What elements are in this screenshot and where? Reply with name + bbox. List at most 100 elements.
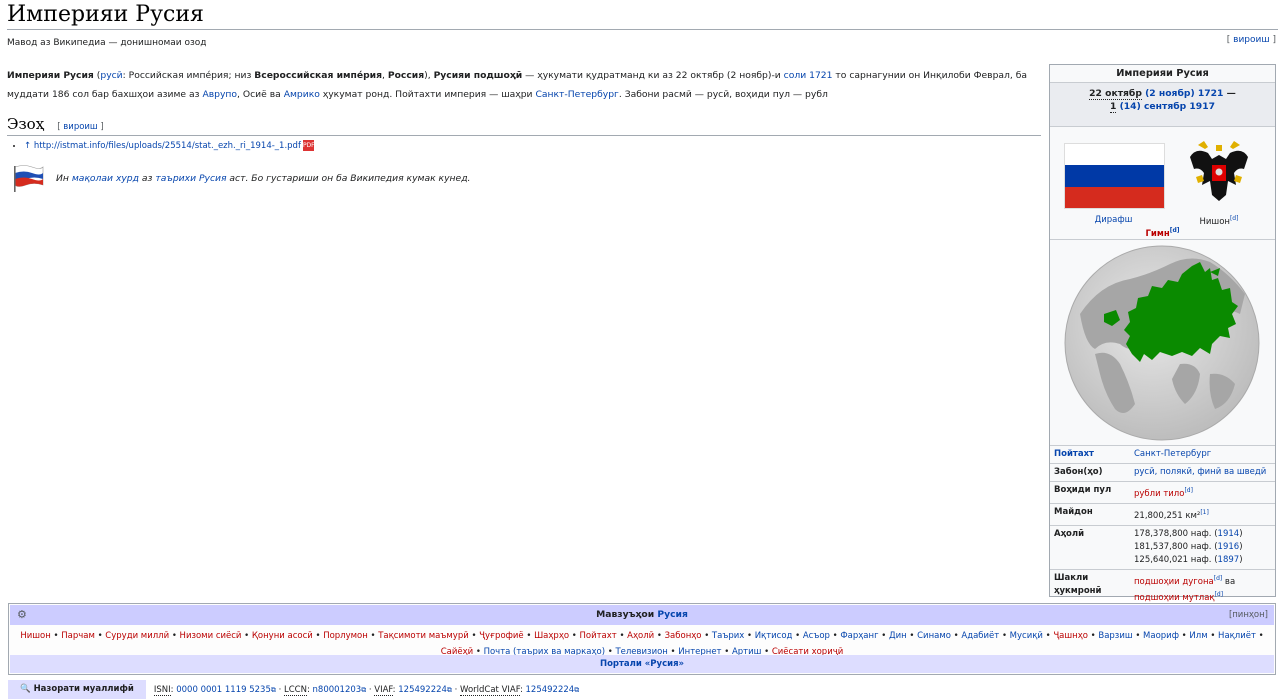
section-edit-link[interactable]: [ вироиш ]: [57, 122, 104, 132]
lead-lang-text: : Российская импе́рия; низ: [122, 70, 255, 81]
flag-caption[interactable]: Дирафш: [1064, 215, 1163, 225]
edit-link-top-label[interactable]: вироиш: [1233, 35, 1269, 45]
gov-2-d-link[interactable]: [d]: [1215, 591, 1224, 598]
worldcat-link[interactable]: 125492224: [526, 685, 575, 695]
coat-of-arms-icon[interactable]: [1186, 139, 1252, 209]
navbox-item[interactable]: Қонуни асосӣ: [252, 631, 313, 641]
stub-text: Ин мақолаи хурд аз таърихи Русия аст. Бо…: [56, 173, 470, 184]
navbox-item[interactable]: Низоми сиёсӣ: [180, 631, 242, 641]
navbox-item[interactable]: Синамо: [917, 631, 951, 641]
area-ref-link[interactable]: [1]: [1200, 509, 1209, 516]
navbox-item[interactable]: Адабиёт: [961, 631, 999, 641]
tagline: Мавод аз Википедиа — донишномаи озод: [7, 38, 207, 48]
navbox-item[interactable]: Порлумон: [323, 631, 368, 641]
year-link[interactable]: соли 1721: [784, 70, 833, 81]
stub-t3: аст. Бо густариши он ба Википедия кумак …: [226, 172, 471, 184]
navbox-item[interactable]: Нақлиёт: [1218, 631, 1256, 641]
pop-year-1[interactable]: 1914: [1218, 529, 1240, 539]
date-end-day: 1: [1109, 101, 1117, 113]
infobox-row-capital: Пойтахт Санкт-Петербург: [1050, 446, 1275, 464]
pop-year-3[interactable]: 1897: [1218, 555, 1240, 565]
row-key-capital[interactable]: Пойтахт: [1050, 446, 1130, 464]
navbox-item[interactable]: Пойтахт: [579, 631, 616, 641]
russia-flag-icon: [14, 165, 44, 192]
globe-map-icon[interactable]: [1060, 244, 1265, 442]
lead-alt3: Русияи подшоҳӣ: [433, 70, 523, 81]
capital-link[interactable]: Санкт-Петербург: [535, 89, 618, 100]
navbox-title-link[interactable]: Русия: [657, 609, 688, 620]
navbox-item[interactable]: Дин: [889, 631, 907, 641]
gear-icon[interactable]: ⚙: [17, 605, 27, 625]
navbox-item[interactable]: Таърих: [712, 631, 744, 641]
flag-caption-link[interactable]: Дирафш: [1095, 215, 1133, 225]
gov-2[interactable]: подшоҳии мутлақ: [1134, 593, 1215, 603]
row-value-currency[interactable]: рубли тило: [1134, 489, 1184, 499]
stub-t1: Ин: [56, 172, 72, 184]
stub-t2: аз: [139, 172, 156, 184]
navbox-item[interactable]: Мусиқӣ: [1010, 631, 1043, 641]
worldcat-label: WorldCat VIAF: [460, 684, 520, 696]
authority-button-label: Назорати муаллифӣ: [33, 684, 134, 694]
navbox-item[interactable]: Ҷуғрофиё: [479, 631, 524, 641]
navbox-item[interactable]: Шаҳрҳо: [534, 631, 569, 641]
empire-flag[interactable]: [1064, 143, 1165, 209]
viaf-link[interactable]: 125492224: [398, 685, 447, 695]
authority-control-button[interactable]: 🔍 Назорати муаллифӣ: [8, 680, 146, 699]
row-key-languages: Забон(ҳо): [1050, 463, 1130, 482]
lang-link[interactable]: русӣ: [100, 70, 122, 81]
date-start-alt[interactable]: (2 ноябр): [1145, 88, 1195, 99]
title-divider: [7, 29, 1278, 30]
navbox-item[interactable]: Фарҳанг: [840, 631, 878, 641]
anthem-link[interactable]: Гимн: [1146, 229, 1170, 239]
empire-map[interactable]: [1050, 240, 1275, 446]
lead-text3: , Осиё ва: [237, 89, 284, 100]
navbox-hide-toggle[interactable]: [пинҳон]: [1229, 605, 1268, 625]
navbox-item[interactable]: Нишон: [20, 631, 50, 641]
row-value-languages[interactable]: русӣ, полякӣ, финӣ ва шведӣ: [1134, 467, 1266, 477]
infobox-row-government: Шакли ҳукмронӣ подшоҳии дугона[d] ва подш…: [1050, 569, 1275, 609]
section-edit-label[interactable]: вироиш: [63, 122, 97, 132]
date-end-link[interactable]: (14) сентябр 1917: [1120, 101, 1215, 112]
pop-3: 125,640,021 наф.: [1134, 554, 1212, 565]
stub-link-history[interactable]: таърихи Русия: [155, 173, 226, 184]
isni-label: ISNI: [153, 684, 171, 696]
america-link[interactable]: Амрико: [284, 89, 320, 100]
row-key-area: Майдон: [1050, 503, 1130, 526]
stub-link-article[interactable]: мақолаи хурд: [72, 173, 139, 184]
coat-d-link[interactable]: [d]: [1230, 215, 1239, 222]
external-link-icon: ⧉: [270, 685, 276, 694]
navbox-item[interactable]: Тақсимоти маъмурӣ: [378, 631, 469, 641]
navbox-item[interactable]: Иқтисод: [755, 631, 793, 641]
navbox-item[interactable]: Ҷашнҳо: [1053, 631, 1088, 641]
navbox-item[interactable]: Асъор: [803, 631, 830, 641]
row-value-capital[interactable]: Санкт-Петербург: [1134, 449, 1211, 459]
stub-notice: Ин мақолаи хурд аз таърихи Русия аст. Бо…: [12, 160, 532, 196]
gov-1-d-link[interactable]: [d]: [1214, 575, 1223, 582]
infobox-table: Пойтахт Санкт-Петербург Забон(ҳо) русӣ, …: [1050, 446, 1275, 609]
gov-and: ва: [1222, 576, 1236, 587]
notes-heading-text: Эзоҳ: [7, 115, 45, 133]
navbox-item[interactable]: Аҳолӣ: [627, 631, 654, 641]
year-start-link[interactable]: 1721: [1198, 88, 1224, 99]
infobox-row-area: Майдон 21,800,251 км²[1]: [1050, 503, 1275, 526]
pop-year-2[interactable]: 1916: [1218, 542, 1240, 552]
row-value-area: 21,800,251 км²: [1134, 510, 1201, 521]
isni-link[interactable]: 0000 0001 1119 5235: [176, 685, 271, 695]
navbox-item[interactable]: Илм: [1189, 631, 1207, 641]
navbox-item[interactable]: Парчам: [61, 631, 95, 641]
edit-link-top[interactable]: [ вироиш ]: [1227, 35, 1276, 45]
gov-1[interactable]: подшоҳии дугона: [1134, 576, 1214, 586]
ref-url-link[interactable]: http://istmat.info/files/uploads/25514/s…: [34, 141, 301, 151]
anthem-d-link[interactable]: [d]: [1170, 227, 1180, 234]
europe-link[interactable]: Аврупо: [202, 89, 237, 100]
navbox-item[interactable]: Забонҳо: [665, 631, 702, 641]
lccn-link[interactable]: n80001203: [313, 685, 362, 695]
navbox-item[interactable]: Варзиш: [1098, 631, 1132, 641]
infobox-symbols: Дирафш Нишон[d] Гимн[d]: [1050, 127, 1275, 240]
navbox-item[interactable]: Суруди миллӣ: [105, 631, 169, 641]
pdf-icon: PDF: [302, 140, 315, 151]
navbox-item[interactable]: Маориф: [1143, 631, 1179, 641]
currency-d-link[interactable]: [d]: [1184, 487, 1193, 494]
portal-link[interactable]: Портали «Русия»: [600, 659, 684, 669]
ref-backlink[interactable]: ↑: [24, 141, 31, 151]
